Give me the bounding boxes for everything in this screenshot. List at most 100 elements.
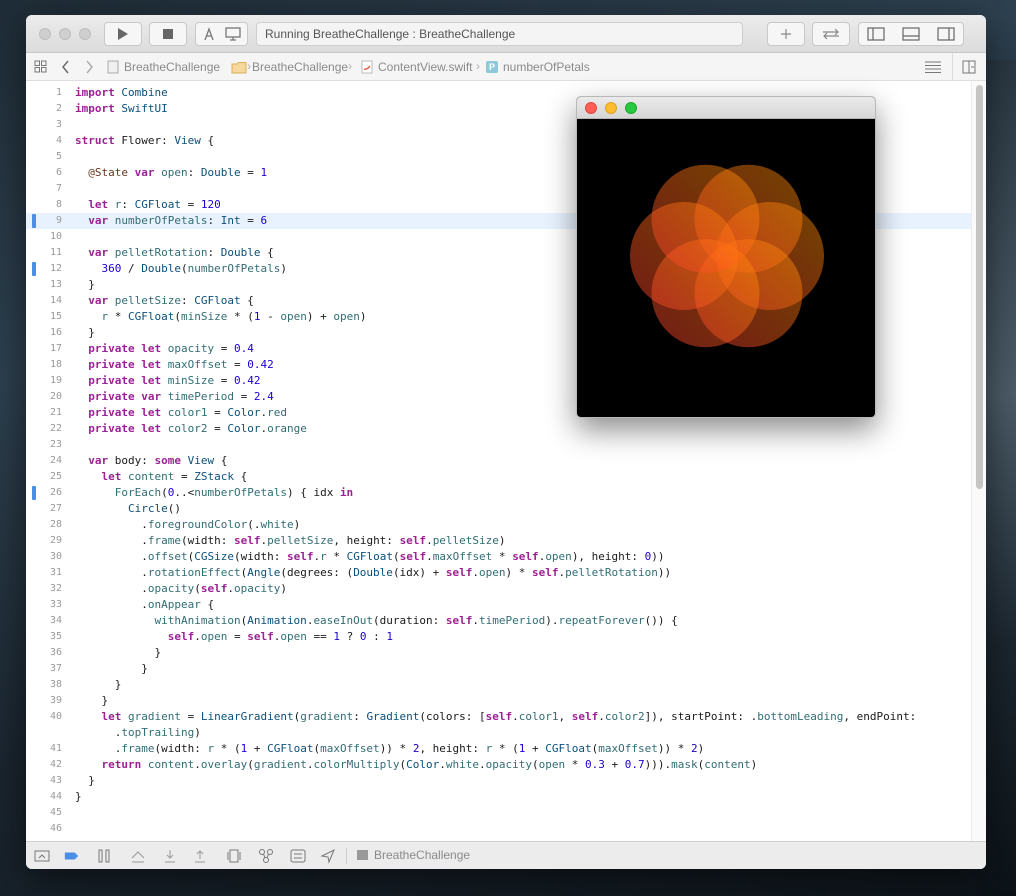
navigator-toggle-icon[interactable] — [867, 27, 885, 41]
jumpbar-project[interactable]: BreatheChallenge — [107, 60, 220, 74]
code-line[interactable]: 46 — [26, 821, 971, 837]
property-symbol-icon: P — [486, 61, 498, 73]
code-line[interactable]: 31 .rotationEffect(Angle(degrees: (Doubl… — [26, 565, 971, 581]
toolbar: Running BreatheChallenge : BreatheChalle… — [26, 15, 986, 53]
code-line[interactable]: 27 Circle() — [26, 501, 971, 517]
code-text: var pelletRotation: Double { — [88, 246, 274, 259]
hide-debug-area-icon[interactable] — [34, 848, 50, 864]
app-close-button[interactable] — [585, 102, 597, 114]
code-text: r * CGFloat(minSize * (1 - open) + open) — [101, 310, 367, 323]
simulate-location-icon[interactable] — [320, 848, 336, 864]
view-hierarchy-icon[interactable] — [226, 848, 242, 864]
environment-overrides-icon[interactable] — [290, 848, 306, 864]
code-text: private var timePeriod = 2.4 — [88, 390, 274, 403]
line-number: 37 — [49, 663, 62, 674]
code-line[interactable]: 32 .opacity(self.opacity) — [26, 581, 971, 597]
code-line[interactable]: .topTrailing) — [26, 725, 971, 741]
line-number: 5 — [55, 151, 62, 162]
add-editor-icon[interactable] — [962, 60, 976, 74]
memory-graph-icon[interactable] — [258, 848, 274, 864]
debug-area-toggle-icon[interactable] — [902, 27, 920, 41]
code-line[interactable]: 37 } — [26, 661, 971, 677]
code-line[interactable]: 39 } — [26, 693, 971, 709]
code-line[interactable]: 29 .frame(width: self.pelletSize, height… — [26, 533, 971, 549]
jumpbar-file[interactable]: ContentView.swift — [361, 60, 473, 74]
code-text: ForEach(0..<numberOfPetals) { idx in — [114, 486, 354, 499]
code-line[interactable]: 44} — [26, 789, 971, 805]
app-titlebar — [577, 97, 875, 119]
line-number: 44 — [49, 791, 62, 802]
jumpbar-symbol[interactable]: P numberOfPetals — [486, 60, 590, 74]
editor-scrollbar[interactable] — [971, 81, 986, 841]
add-library-button[interactable] — [767, 22, 805, 46]
arrows-swap-icon — [823, 28, 839, 40]
project-file-icon — [107, 60, 119, 74]
plus-icon — [781, 29, 791, 39]
app-zoom-button[interactable] — [625, 102, 637, 114]
line-number: 30 — [49, 551, 62, 562]
code-line[interactable]: 45 — [26, 805, 971, 821]
scheme-selector[interactable] — [195, 22, 248, 46]
run-button[interactable] — [104, 22, 142, 46]
code-line[interactable]: 26 ForEach(0..<numberOfPetals) { idx in — [26, 485, 971, 501]
editor-options-icon[interactable] — [924, 60, 942, 74]
code-text: private let color1 = Color.red — [88, 406, 287, 419]
code-line[interactable]: 35 self.open = self.open == 1 ? 0 : 1 — [26, 629, 971, 645]
code-text: .rotationEffect(Angle(degrees: (Double(i… — [75, 566, 672, 579]
step-over-icon[interactable] — [130, 848, 146, 864]
code-line[interactable]: 42 return content.overlay(gradient.color… — [26, 757, 971, 773]
code-line[interactable]: 28 .foregroundColor(.white) — [26, 517, 971, 533]
code-line[interactable]: 33 .onAppear { — [26, 597, 971, 613]
code-line[interactable]: 41 .frame(width: r * (1 + CGFloat(maxOff… — [26, 741, 971, 757]
code-text: var numberOfPetals: Int = 6 — [88, 214, 268, 227]
jump-bar: BreatheChallenge › BreatheChallenge › Co… — [26, 53, 986, 81]
line-number: 17 — [49, 343, 62, 354]
line-number: 20 — [49, 391, 62, 402]
code-text: let r: CGFloat = 120 — [88, 198, 221, 211]
code-text: .frame(width: self.pelletSize, height: s… — [75, 534, 506, 547]
code-review-button[interactable] — [812, 22, 850, 46]
line-number: 19 — [49, 375, 62, 386]
code-text: } — [75, 646, 162, 659]
jumpbar-symbol-label: numberOfPetals — [503, 60, 590, 74]
forward-chevron-icon[interactable] — [84, 60, 94, 74]
inspector-toggle-icon[interactable] — [937, 27, 955, 41]
app-target-icon — [203, 27, 214, 41]
step-into-icon[interactable] — [162, 848, 178, 864]
folder-icon — [231, 61, 247, 73]
close-window-button[interactable] — [39, 28, 51, 40]
jumpbar-group[interactable]: BreatheChallenge — [231, 60, 348, 74]
code-line[interactable]: 30 .offset(CGSize(width: self.r * CGFloa… — [26, 549, 971, 565]
breakpoints-toggle-icon[interactable] — [64, 848, 80, 864]
code-text: @State var open: Double = 1 — [88, 166, 268, 179]
step-out-icon[interactable] — [192, 848, 208, 864]
code-line[interactable]: 40 let gradient = LinearGradient(gradien… — [26, 709, 971, 725]
process-selector[interactable]: BreatheChallenge — [356, 848, 470, 862]
line-number: 24 — [49, 455, 62, 466]
code-line[interactable]: 24 var body: some View { — [26, 453, 971, 469]
minimize-window-button[interactable] — [59, 28, 71, 40]
code-text: .frame(width: r * (1 + CGFloat(maxOffset… — [75, 742, 705, 755]
line-number: 43 — [49, 775, 62, 786]
code-text: .offset(CGSize(width: self.r * CGFloat(s… — [75, 550, 665, 563]
back-chevron-icon[interactable] — [61, 60, 71, 74]
line-number: 10 — [49, 231, 62, 242]
line-number: 33 — [49, 599, 62, 610]
zoom-window-button[interactable] — [79, 28, 91, 40]
code-line[interactable]: 22 private let color2 = Color.orange — [26, 421, 971, 437]
stop-button[interactable] — [149, 22, 187, 46]
scrollbar-thumb[interactable] — [976, 85, 983, 489]
code-line[interactable]: 43 } — [26, 773, 971, 789]
code-line[interactable]: 38 } — [26, 677, 971, 693]
pause-icon[interactable] — [96, 848, 112, 864]
flower-canvas — [630, 164, 824, 348]
app-minimize-button[interactable] — [605, 102, 617, 114]
code-line[interactable]: 34 withAnimation(Animation.easeInOut(dur… — [26, 613, 971, 629]
code-line[interactable]: 25 let content = ZStack { — [26, 469, 971, 485]
jumpbar-group-label: BreatheChallenge — [252, 60, 349, 74]
code-line[interactable]: 36 } — [26, 645, 971, 661]
code-line[interactable]: 23 — [26, 437, 971, 453]
line-number: 34 — [49, 615, 62, 626]
process-label: BreatheChallenge — [374, 848, 471, 862]
related-items-grid-icon[interactable] — [34, 60, 47, 73]
